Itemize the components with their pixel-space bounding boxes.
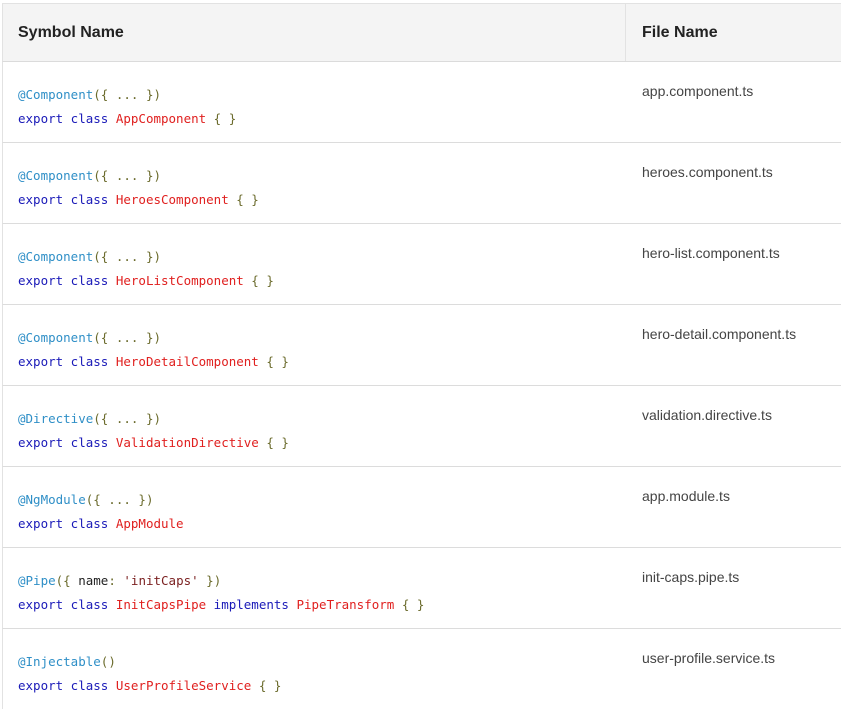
export-class-keyword: export class [18,597,116,612]
decorator-args-open: ({ [55,573,79,588]
param-colon: : [108,573,124,588]
table-header-row: Symbol Name File Name [2,3,841,62]
decorator-args: ({ ... }) [93,411,161,426]
symbol-cell: @Pipe({ name: 'initCaps' }) export class… [3,548,626,628]
symbol-file-table: Symbol Name File Name @Component({ ... }… [2,3,841,709]
table-row: @Injectable() export class UserProfileSe… [2,629,841,709]
table-row: @Component({ ... }) export class HeroLis… [2,224,841,305]
decorator-args-close: }) [198,573,222,588]
decorator: @Component [18,330,94,345]
implements-keyword: implements [206,597,297,612]
class-body: { } [258,435,289,450]
decorator-args: ({ ... }) [93,168,161,183]
decorator: @Injectable [18,654,101,669]
symbol-cell: @Component({ ... }) export class HeroDet… [3,305,626,385]
decorator: @Component [18,249,94,264]
decorator: @Pipe [18,573,56,588]
table-row: @Directive({ ... }) export class Validat… [2,386,841,467]
file-name-cell: hero-detail.component.ts [642,326,797,342]
decorator-args: ({ ... }) [93,87,161,102]
class-body: { } [251,678,282,693]
class-name: HeroDetailComponent [115,354,259,369]
decorator: @Component [18,168,94,183]
symbol-cell: @Directive({ ... }) export class Validat… [3,386,626,466]
symbol-cell: @Injectable() export class UserProfileSe… [3,629,626,709]
symbol-cell: @Component({ ... }) export class AppComp… [3,62,626,142]
class-name: AppModule [115,516,184,531]
class-name: ValidationDirective [115,435,259,450]
symbol-cell: @Component({ ... }) export class HeroLis… [3,224,626,304]
file-name-cell: user-profile.service.ts [642,650,776,666]
file-name-cell: app.component.ts [642,83,754,99]
class-name: AppComponent [115,111,207,126]
file-name-cell: app.module.ts [642,488,730,504]
decorator-args: () [100,654,116,669]
param-string: 'initCaps' [123,573,199,588]
decorator: @Component [18,87,94,102]
class-name: InitCapsPipe [115,597,207,612]
class-body: { } [206,111,237,126]
export-class-keyword: export class [18,273,116,288]
class-name: HeroListComponent [115,273,244,288]
table-row: @NgModule({ ... }) export class AppModul… [2,467,841,548]
decorator-args: ({ ... }) [85,492,154,507]
class-body: { } [243,273,274,288]
symbol-name-header: Symbol Name [3,4,626,61]
param-name: name [78,573,109,588]
file-name-header: File Name [642,23,718,41]
class-body: { } [258,354,289,369]
symbol-cell: @Component({ ... }) export class HeroesC… [3,143,626,223]
export-class-keyword: export class [18,678,116,693]
decorator: @NgModule [18,492,86,507]
class-name: UserProfileService [115,678,252,693]
class-name: HeroesComponent [115,192,229,207]
decorator: @Directive [18,411,94,426]
export-class-keyword: export class [18,192,116,207]
file-name-cell: heroes.component.ts [642,164,773,180]
table-row: @Component({ ... }) export class HeroesC… [2,143,841,224]
export-class-keyword: export class [18,516,116,531]
class-body: { } [394,597,425,612]
table-row: @Component({ ... }) export class HeroDet… [2,305,841,386]
file-name-cell: hero-list.component.ts [642,245,780,261]
table-row: @Component({ ... }) export class AppComp… [2,62,841,143]
export-class-keyword: export class [18,111,116,126]
class-body: { } [228,192,259,207]
export-class-keyword: export class [18,435,116,450]
decorator-args: ({ ... }) [93,330,161,345]
file-name-cell: validation.directive.ts [642,407,772,423]
table-row: @Pipe({ name: 'initCaps' }) export class… [2,548,841,629]
file-name-cell: init-caps.pipe.ts [642,569,740,585]
export-class-keyword: export class [18,354,116,369]
interface-name: PipeTransform [296,597,395,612]
symbol-cell: @NgModule({ ... }) export class AppModul… [3,467,626,547]
decorator-args: ({ ... }) [93,249,161,264]
